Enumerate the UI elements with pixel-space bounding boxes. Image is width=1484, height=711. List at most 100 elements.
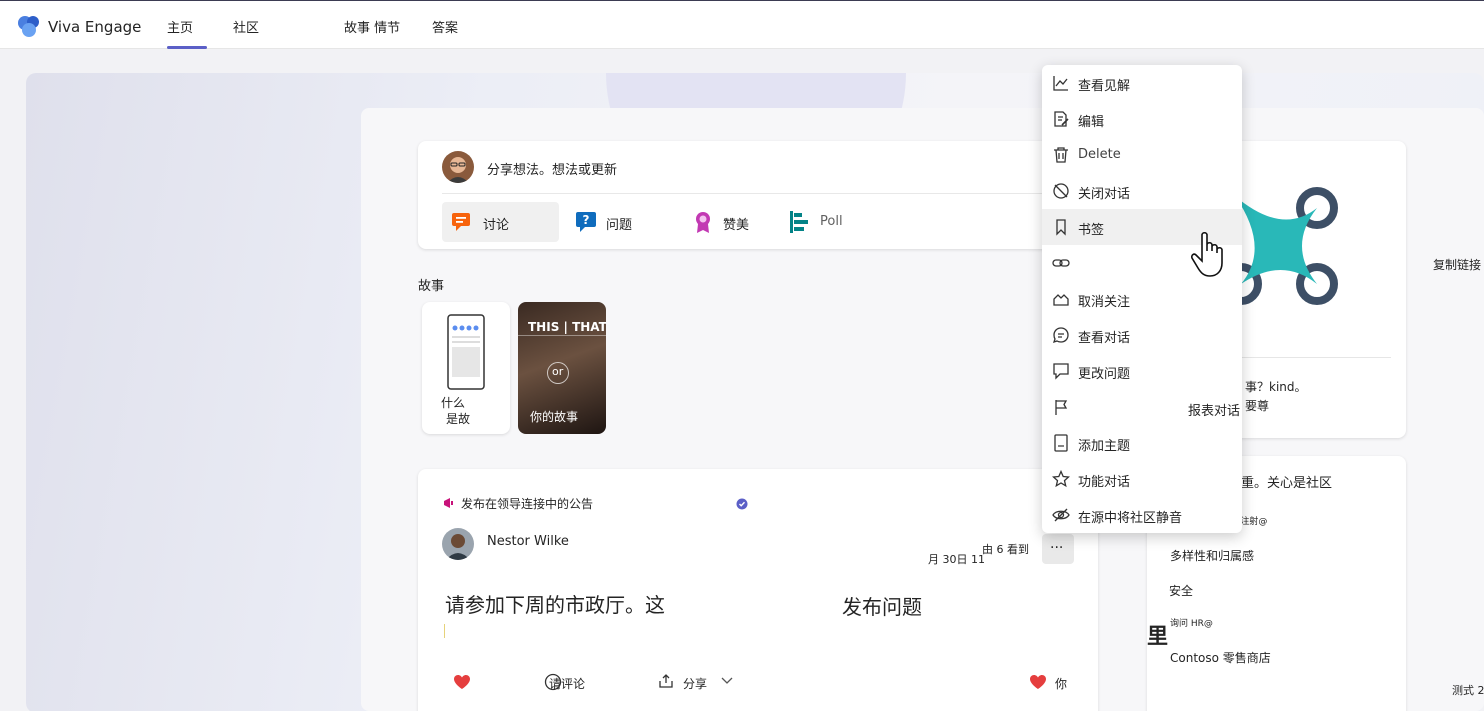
menu-item-feature-conversation[interactable]: 功能对话 (1042, 461, 1242, 497)
right-card-divider (1237, 357, 1391, 358)
menu-item-view-conversation[interactable]: 查看对话 (1042, 317, 1242, 353)
discussion-icon (452, 213, 470, 231)
nav-home[interactable]: 主页 (167, 17, 193, 36)
community-item-2[interactable]: 多样性和归属感 (1170, 547, 1254, 564)
story-banner-line (518, 335, 606, 336)
menu-item-mute-community[interactable]: 在源中将社区静音 (1042, 497, 1242, 533)
nav-answers[interactable]: 答案 (432, 17, 458, 36)
menu-label: 查看对话 (1078, 331, 1131, 346)
topic-icon (1054, 434, 1068, 452)
menu-item-edit[interactable]: 编辑 (1042, 101, 1242, 137)
post-type-question[interactable]: ? 问题 (568, 202, 668, 242)
mute-icon (1052, 508, 1070, 522)
story-intro-line2: 是故 (446, 412, 471, 426)
user-avatar[interactable] (442, 151, 474, 183)
menu-label: 取消关注 (1078, 295, 1131, 310)
post-context-menu: 查看见解 编辑 Delete 关闭对话 书签 取消关注 查看对话 更改问题 报表… (1042, 65, 1242, 533)
story-card-intro[interactable]: 什么 是故 (422, 302, 510, 434)
discussion-label: 讨论 (483, 218, 510, 233)
verified-badge-icon (736, 498, 748, 510)
chevron-down-icon[interactable] (720, 676, 734, 686)
nav-communities[interactable]: 社区 (233, 17, 259, 36)
more-options-icon: ··· (1050, 540, 1064, 556)
share-button[interactable]: 分享 (683, 675, 707, 692)
menu-label: Delete (1078, 147, 1121, 162)
menu-item-change-question[interactable]: 更改问题 (1042, 353, 1242, 389)
post-type-discussion[interactable]: 讨论 (442, 202, 559, 242)
story-banner: THIS | THAT (528, 320, 606, 334)
close-conversation-icon (1053, 183, 1069, 199)
poll-icon (790, 211, 808, 233)
change-question-icon (1053, 363, 1069, 380)
announcement-text[interactable]: 发布在领导连接中的公告 (461, 495, 593, 512)
more-options-button[interactable]: ··· (1042, 534, 1074, 564)
unfollow-icon (1053, 294, 1069, 306)
menu-label: 更改问题 (1078, 367, 1131, 382)
like-heart-icon[interactable] (453, 674, 471, 690)
menu-item-add-topic[interactable]: 添加主题 (1042, 425, 1242, 461)
community-item-5[interactable]: Contoso 零售商店 (1170, 649, 1271, 666)
svg-text:?: ? (583, 213, 590, 227)
composer-divider (442, 193, 1072, 194)
post-type-poll[interactable]: Poll (782, 202, 862, 242)
menu-item-bookmark[interactable]: 书签 (1042, 209, 1242, 277)
viva-engage-logo-icon[interactable] (16, 13, 42, 39)
story-intro-line1: 什么 (441, 396, 466, 410)
story-card-your-story[interactable]: THIS | THAT or 你的故事 (518, 302, 606, 434)
reaction-heart-icon (1030, 675, 1046, 689)
post-views[interactable]: 由 6 看到 (982, 541, 1029, 557)
menu-label: 编辑 (1078, 115, 1105, 130)
trash-icon (1054, 147, 1068, 163)
question-label: 问题 (606, 218, 633, 233)
top-bar: Viva Engage 主页 社区 故事 情节 答案 (0, 0, 1484, 49)
menu-item-close-conversation[interactable]: 关闭对话 (1042, 173, 1242, 209)
composer-card: 分享想法。想法或更新 讨论 ? 问题 赞美 Poll (418, 141, 1098, 249)
stories-title: 故事 (418, 279, 445, 294)
values-text-2: 要尊 (1245, 399, 1270, 413)
author-name[interactable]: Nestor Wilke (487, 534, 569, 549)
post-body: 请参加下周的市政厅。这 (445, 593, 665, 617)
nav-active-indicator (167, 46, 207, 49)
menu-label: 关闭对话 (1078, 187, 1131, 202)
menu-item-copy-link[interactable] (1042, 245, 1242, 281)
community-item-4[interactable]: 询问 HR@ (1170, 616, 1213, 629)
nav-storylines[interactable]: 故事 情节 (344, 17, 400, 36)
values-text-1: 事？kind。 (1245, 380, 1307, 394)
post-body-right: 发布问题 (842, 595, 922, 619)
copy-link-overflow[interactable]: 复制链接 (1433, 256, 1481, 273)
test-label[interactable]: 测式 2 (1452, 682, 1484, 698)
menu-label: 查看见解 (1078, 79, 1131, 94)
praise-label: 赞美 (723, 218, 750, 233)
post-card: 发布在领导连接中的公告 Nestor Wilke 月 30日 11 由 6 看到… (418, 469, 1098, 711)
flag-icon (1055, 400, 1068, 415)
menu-label: 在源中将社区静音 (1078, 511, 1183, 526)
community-logo-icon (1227, 187, 1338, 305)
community-item-3[interactable]: 安全 (1169, 582, 1193, 599)
menu-label: 添加主题 (1078, 439, 1131, 454)
post-type-praise[interactable]: 赞美 (684, 202, 774, 242)
comment-button[interactable]: 请评论 (549, 675, 585, 692)
text-caret (444, 624, 445, 638)
composer-prompt[interactable]: 分享想法。想法或更新 (487, 159, 617, 178)
bookmark-icon (1056, 219, 1066, 236)
praise-icon (696, 212, 710, 233)
brand-name[interactable]: Viva Engage (48, 18, 141, 36)
megaphone-icon (444, 498, 453, 508)
share-icon (659, 674, 673, 688)
author-avatar[interactable] (442, 528, 474, 560)
post-date: 月 30日 11 (928, 553, 985, 566)
chart-icon (1053, 76, 1068, 91)
story-or-circle: or (547, 362, 569, 384)
reaction-you[interactable]: 你 (1055, 675, 1067, 692)
star-icon (1052, 470, 1070, 488)
story-or-text: or (552, 365, 564, 378)
edit-icon (1054, 111, 1069, 127)
menu-item-unfollow[interactable]: 取消关注 (1042, 281, 1242, 317)
question-icon: ? (576, 212, 596, 232)
menu-label: 功能对话 (1078, 475, 1131, 490)
menu-item-report[interactable]: 报表对话 (1042, 389, 1242, 425)
menu-item-delete[interactable]: Delete (1042, 137, 1242, 173)
poll-label: Poll (820, 214, 843, 229)
menu-item-view-insights[interactable]: 查看见解 (1042, 65, 1242, 101)
link-icon (1052, 259, 1070, 267)
